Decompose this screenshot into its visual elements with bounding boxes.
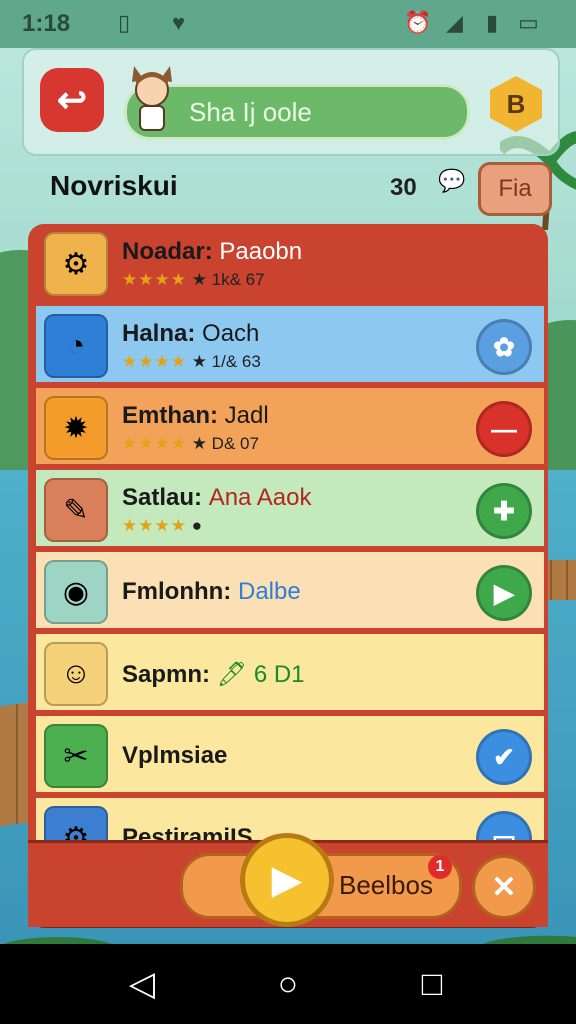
top-bar: ↩ Sha Ij oole B	[22, 48, 560, 156]
quest-meta: ★★★★ ●	[122, 516, 202, 536]
bottom-action-label: Beelbos	[339, 870, 433, 900]
location-icon: ♥	[172, 10, 186, 35]
quest-title: Satlau: Ana Aaok	[122, 484, 311, 512]
status-time: 1:18	[22, 10, 71, 37]
quest-meta-text: ●	[191, 516, 202, 535]
chat-bubble-icon[interactable]: 💬	[438, 168, 465, 194]
quest-title-text: Emthan:	[122, 402, 218, 429]
quest-row[interactable]: ☺ Sapmn: 🖊 6 D1	[36, 634, 544, 710]
system-nav-bar: ◁ ○ □	[0, 944, 576, 1024]
sim-icon: ▮	[486, 10, 499, 35]
quest-row[interactable]: ◉ Fmlonhn: Dalbe ▶	[36, 552, 544, 628]
quest-action-button[interactable]: ▶	[476, 565, 532, 621]
quest-title-text: Satlau:	[122, 484, 203, 511]
quest-thumbnail-icon: ✹	[44, 396, 108, 460]
quest-action-button[interactable]: ✿	[476, 319, 532, 375]
play-icon: ▶	[271, 858, 303, 902]
player-name: Sha Ij oole	[189, 97, 312, 127]
quest-title-text: Fmlonhn:	[122, 578, 232, 605]
quest-title-text: Halna:	[122, 320, 196, 347]
quest-title: Fmlonhn: Dalbe	[122, 578, 301, 606]
quest-row[interactable]: ◔ Halna: Oach ★★★★ ★ 1/& 63 ✿	[36, 306, 544, 382]
battery-icon: ▭	[518, 10, 539, 35]
star-rating: ★★★★	[122, 270, 187, 289]
star-rating: ★★★★	[122, 352, 187, 371]
quest-row[interactable]: ⚙ Noadar: Paaobn ★★★★ ★ 1k& 67	[36, 224, 544, 300]
close-button[interactable]: ✕	[472, 855, 536, 919]
signal-icon: ◢	[446, 10, 463, 35]
quest-title-text: Vplmsiae	[122, 742, 228, 769]
quest-action-button[interactable]: ✔	[476, 729, 532, 785]
quest-thumbnail-icon: ◔	[44, 314, 108, 378]
notification-badge: 1	[428, 855, 452, 879]
quest-action-button[interactable]: —	[476, 401, 532, 457]
quest-subtitle: 🖊 6 D1	[216, 661, 305, 688]
quest-thumbnail-icon: ⚙	[44, 232, 108, 296]
quest-row[interactable]: ✂ Vplmsiae ✔	[36, 716, 544, 792]
quest-subtitle: Jadl	[224, 402, 269, 429]
nav-back-icon[interactable]: ◁	[124, 965, 160, 1003]
bottom-action-bar: Beelbos ▶ 1 ✕	[28, 833, 548, 927]
quest-title: Noadar: Paaobn	[122, 238, 302, 266]
play-button[interactable]: ▶	[240, 833, 334, 927]
player-avatar[interactable]	[126, 62, 178, 134]
quest-title: Emthan: Jadl	[122, 402, 269, 430]
quest-title-text: Noadar:	[122, 238, 213, 265]
quest-thumbnail-icon: ✂	[44, 724, 108, 788]
quest-subtitle: Ana Aaok	[208, 484, 312, 511]
level-hexagon-badge[interactable]: B	[490, 76, 542, 132]
quest-thumbnail-icon: ☺	[44, 642, 108, 706]
nav-recents-icon[interactable]: □	[414, 965, 450, 1003]
quest-title: Halna: Oach	[122, 320, 259, 348]
quest-meta: ★★★★ ★ 1k& 67	[122, 270, 265, 290]
quest-meta: ★★★★ ★ 1/& 63	[122, 352, 261, 372]
quest-subtitle: Oach	[202, 320, 260, 347]
quest-row[interactable]: ✎ Satlau: Ana Aaok ★★★★ ● ✚	[36, 470, 544, 546]
header-count: 30	[390, 174, 417, 201]
alarm-icon: ⏰	[404, 10, 432, 35]
phone-icon: ▯	[118, 10, 131, 35]
star-rating: ★★★★	[122, 434, 187, 453]
quest-action-button[interactable]: ✚	[476, 483, 532, 539]
nav-home-icon[interactable]: ○	[270, 965, 306, 1003]
header-action-button[interactable]: Fia	[478, 162, 552, 216]
quest-meta: ★★★★ ★ D& 07	[122, 434, 259, 454]
quest-thumbnail-icon: ✎	[44, 478, 108, 542]
quest-meta-text: ★ D& 07	[191, 434, 259, 453]
status-bar: 1:18 ▯ ♥ ⏰ ◢ ▮ ▭	[0, 0, 576, 48]
star-rating: ★★★★	[122, 516, 187, 535]
quest-meta-text: ★ 1k& 67	[191, 270, 265, 289]
quest-thumbnail-icon: ◉	[44, 560, 108, 624]
quest-subtitle: Dalbe	[237, 578, 301, 605]
quest-row[interactable]: ✹ Emthan: Jadl ★★★★ ★ D& 07 —	[36, 388, 544, 464]
page-title: Novriskui	[50, 170, 178, 201]
quest-title: Sapmn: 🖊 6 D1	[122, 660, 305, 689]
quest-subtitle: Paaobn	[219, 238, 303, 265]
quest-meta-text: ★ 1/& 63	[191, 352, 261, 371]
quest-title: Vplmsiae	[122, 742, 227, 770]
back-badge-icon[interactable]: ↩	[40, 68, 104, 132]
quest-list-panel: ⚙ Noadar: Paaobn ★★★★ ★ 1k& 67 ◔ Halna: Oach…	[28, 224, 548, 924]
close-icon: ✕	[491, 870, 517, 904]
quest-title-text: Sapmn:	[122, 661, 211, 688]
